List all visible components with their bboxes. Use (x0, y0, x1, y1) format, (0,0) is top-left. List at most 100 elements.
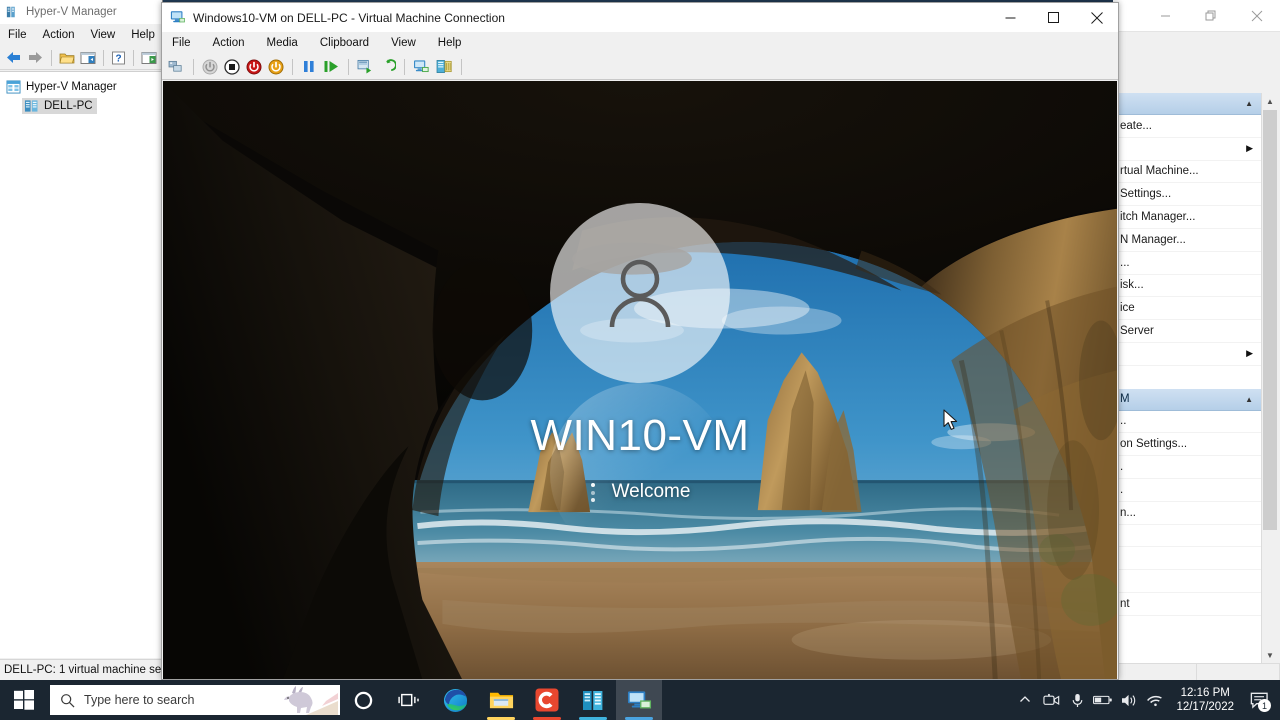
menu-media[interactable]: Media (267, 37, 298, 49)
menu-action[interactable]: Action (213, 37, 245, 49)
show-pane-icon[interactable] (80, 51, 96, 65)
system-tray[interactable]: 12:16 PM 12/17/2022 1 (1012, 680, 1280, 720)
vmconnect-window[interactable]: Windows10-VM on DELL-PC - Virtual Machin… (161, 2, 1119, 680)
taskbar-item-hyper-v-manager[interactable] (570, 680, 616, 720)
lock-screen[interactable]: WIN10-VM Welcome (163, 81, 1117, 679)
wifi-icon[interactable] (1142, 680, 1168, 720)
action-item[interactable]: n... (1114, 502, 1261, 525)
taskbar[interactable]: Type here to search 12:16 PM 12/17/2022 … (0, 680, 1280, 720)
open-folder-icon[interactable] (59, 51, 75, 65)
save-icon[interactable] (268, 59, 284, 75)
collapse-caret-icon[interactable]: ▲ (1245, 395, 1253, 404)
menu-clipboard[interactable]: Clipboard (320, 37, 369, 49)
actions-pane-scrollbar[interactable]: ▲ ▼ (1261, 93, 1278, 663)
start-icon[interactable] (202, 59, 218, 75)
menu-view[interactable]: View (91, 29, 116, 41)
battery-icon[interactable] (1090, 680, 1116, 720)
action-item[interactable]: isk... (1114, 275, 1261, 298)
scroll-up-button[interactable]: ▲ (1262, 93, 1278, 109)
vmconnect-titlebar[interactable]: Windows10-VM on DELL-PC - Virtual Machin… (162, 3, 1118, 32)
taskbar-item-cortana[interactable] (340, 680, 386, 720)
taskbar-items[interactable] (340, 680, 662, 720)
action-item[interactable]: ▶ (1114, 138, 1261, 161)
actions-pane[interactable]: ▲ eate... ▶ rtual Machine... Settings...… (1113, 93, 1261, 663)
taskbar-item-vm-connection[interactable] (616, 680, 662, 720)
taskbar-item-camtasia[interactable] (524, 680, 570, 720)
search-input[interactable]: Type here to search (50, 685, 340, 715)
action-item[interactable] (1114, 525, 1261, 548)
hyperv-titlebar[interactable]: Hyper-V Manager (0, 0, 162, 24)
action-item[interactable]: Server (1114, 320, 1261, 343)
revert-icon[interactable] (380, 59, 396, 74)
enhanced-session-icon[interactable] (413, 59, 430, 74)
menu-file[interactable]: File (8, 29, 27, 41)
action-item[interactable]: itch Manager... (1114, 206, 1261, 229)
hyperv-toolbar[interactable]: ? (0, 46, 162, 70)
action-item[interactable]: . (1114, 479, 1261, 502)
show-hidden-icons-chevron[interactable] (1012, 680, 1038, 720)
action-item[interactable]: on Settings... (1114, 433, 1261, 457)
back-arrow-icon[interactable] (5, 50, 22, 65)
ctrl-alt-del-icon[interactable] (168, 59, 185, 74)
tree-item-selected-wrap[interactable]: DELL-PC (22, 97, 97, 114)
action-item[interactable]: Settings... (1114, 183, 1261, 207)
hyperv-tree[interactable]: Hyper-V Manager DELL-PC (0, 71, 162, 658)
tree-item-dell-pc[interactable]: DELL-PC (0, 96, 162, 115)
action-item[interactable]: ... (1114, 252, 1261, 275)
camera-icon[interactable] (1038, 680, 1064, 720)
menu-help[interactable]: Help (131, 29, 155, 41)
forward-arrow-icon[interactable] (27, 50, 44, 65)
background-window-titlebar[interactable] (1113, 0, 1280, 32)
vmconnect-menubar[interactable]: File Action Media Clipboard View Help (162, 32, 1118, 54)
hyperv-manager-window[interactable]: Hyper-V Manager File Action View Help ? … (0, 0, 163, 681)
action-item[interactable]: . (1114, 456, 1261, 479)
help-icon[interactable]: ? (111, 51, 126, 65)
vmconnect-window-controls[interactable] (989, 3, 1118, 32)
taskbar-item-file-explorer[interactable] (478, 680, 524, 720)
scroll-down-button[interactable]: ▼ (1262, 647, 1278, 663)
taskbar-item-microsoft-edge[interactable] (432, 680, 478, 720)
pause-icon[interactable] (301, 59, 317, 74)
actions-pane-header[interactable]: ▲ (1114, 93, 1261, 115)
action-item[interactable]: .. (1114, 411, 1261, 434)
vm-screen[interactable]: WIN10-VM Welcome (163, 81, 1117, 679)
checkpoint-icon[interactable] (357, 59, 374, 74)
scrollbar-thumb[interactable] (1263, 110, 1277, 530)
bg-minimize-button[interactable] (1142, 0, 1188, 31)
menu-file[interactable]: File (172, 37, 191, 49)
clock[interactable]: 12:16 PM 12/17/2022 (1168, 680, 1242, 720)
action-item[interactable] (1114, 547, 1261, 571)
resume-icon[interactable] (323, 59, 340, 74)
action-item[interactable]: eate... (1114, 115, 1261, 138)
bg-close-button[interactable] (1234, 0, 1280, 31)
action-item[interactable]: rtual Machine... (1114, 161, 1261, 184)
avatar[interactable] (550, 203, 730, 383)
menu-action[interactable]: Action (43, 29, 75, 41)
start-button[interactable] (0, 680, 48, 720)
action-item[interactable]: ice (1114, 297, 1261, 321)
microphone-icon[interactable] (1064, 680, 1090, 720)
hyperv-menubar[interactable]: File Action View Help (0, 24, 162, 46)
menu-view[interactable]: View (391, 37, 416, 49)
collapse-caret-icon[interactable]: ▲ (1245, 99, 1253, 108)
bg-restore-button[interactable] (1188, 0, 1234, 31)
turn-off-icon[interactable] (246, 59, 262, 75)
menu-help[interactable]: Help (438, 37, 462, 49)
show-actions-pane-icon[interactable] (141, 51, 157, 65)
maximize-button[interactable] (1032, 3, 1075, 32)
action-item[interactable] (1114, 366, 1261, 389)
shut-down-icon[interactable] (224, 58, 240, 75)
taskbar-item-task-view[interactable] (386, 680, 432, 720)
action-item[interactable]: N Manager... (1114, 229, 1261, 252)
settings-icon[interactable] (436, 59, 453, 74)
minimize-button[interactable] (989, 3, 1032, 32)
tree-item-hyperv-manager[interactable]: Hyper-V Manager (0, 77, 162, 96)
volume-icon[interactable] (1116, 680, 1142, 720)
action-item[interactable] (1114, 570, 1261, 593)
action-item[interactable]: nt (1114, 593, 1261, 616)
action-item[interactable]: ▶ (1114, 343, 1261, 366)
action-center-button[interactable]: 1 (1242, 680, 1276, 720)
close-button[interactable] (1075, 3, 1118, 32)
actions-pane-second-header[interactable]: M ▲ (1114, 388, 1261, 411)
vmconnect-toolbar[interactable] (162, 54, 1118, 80)
